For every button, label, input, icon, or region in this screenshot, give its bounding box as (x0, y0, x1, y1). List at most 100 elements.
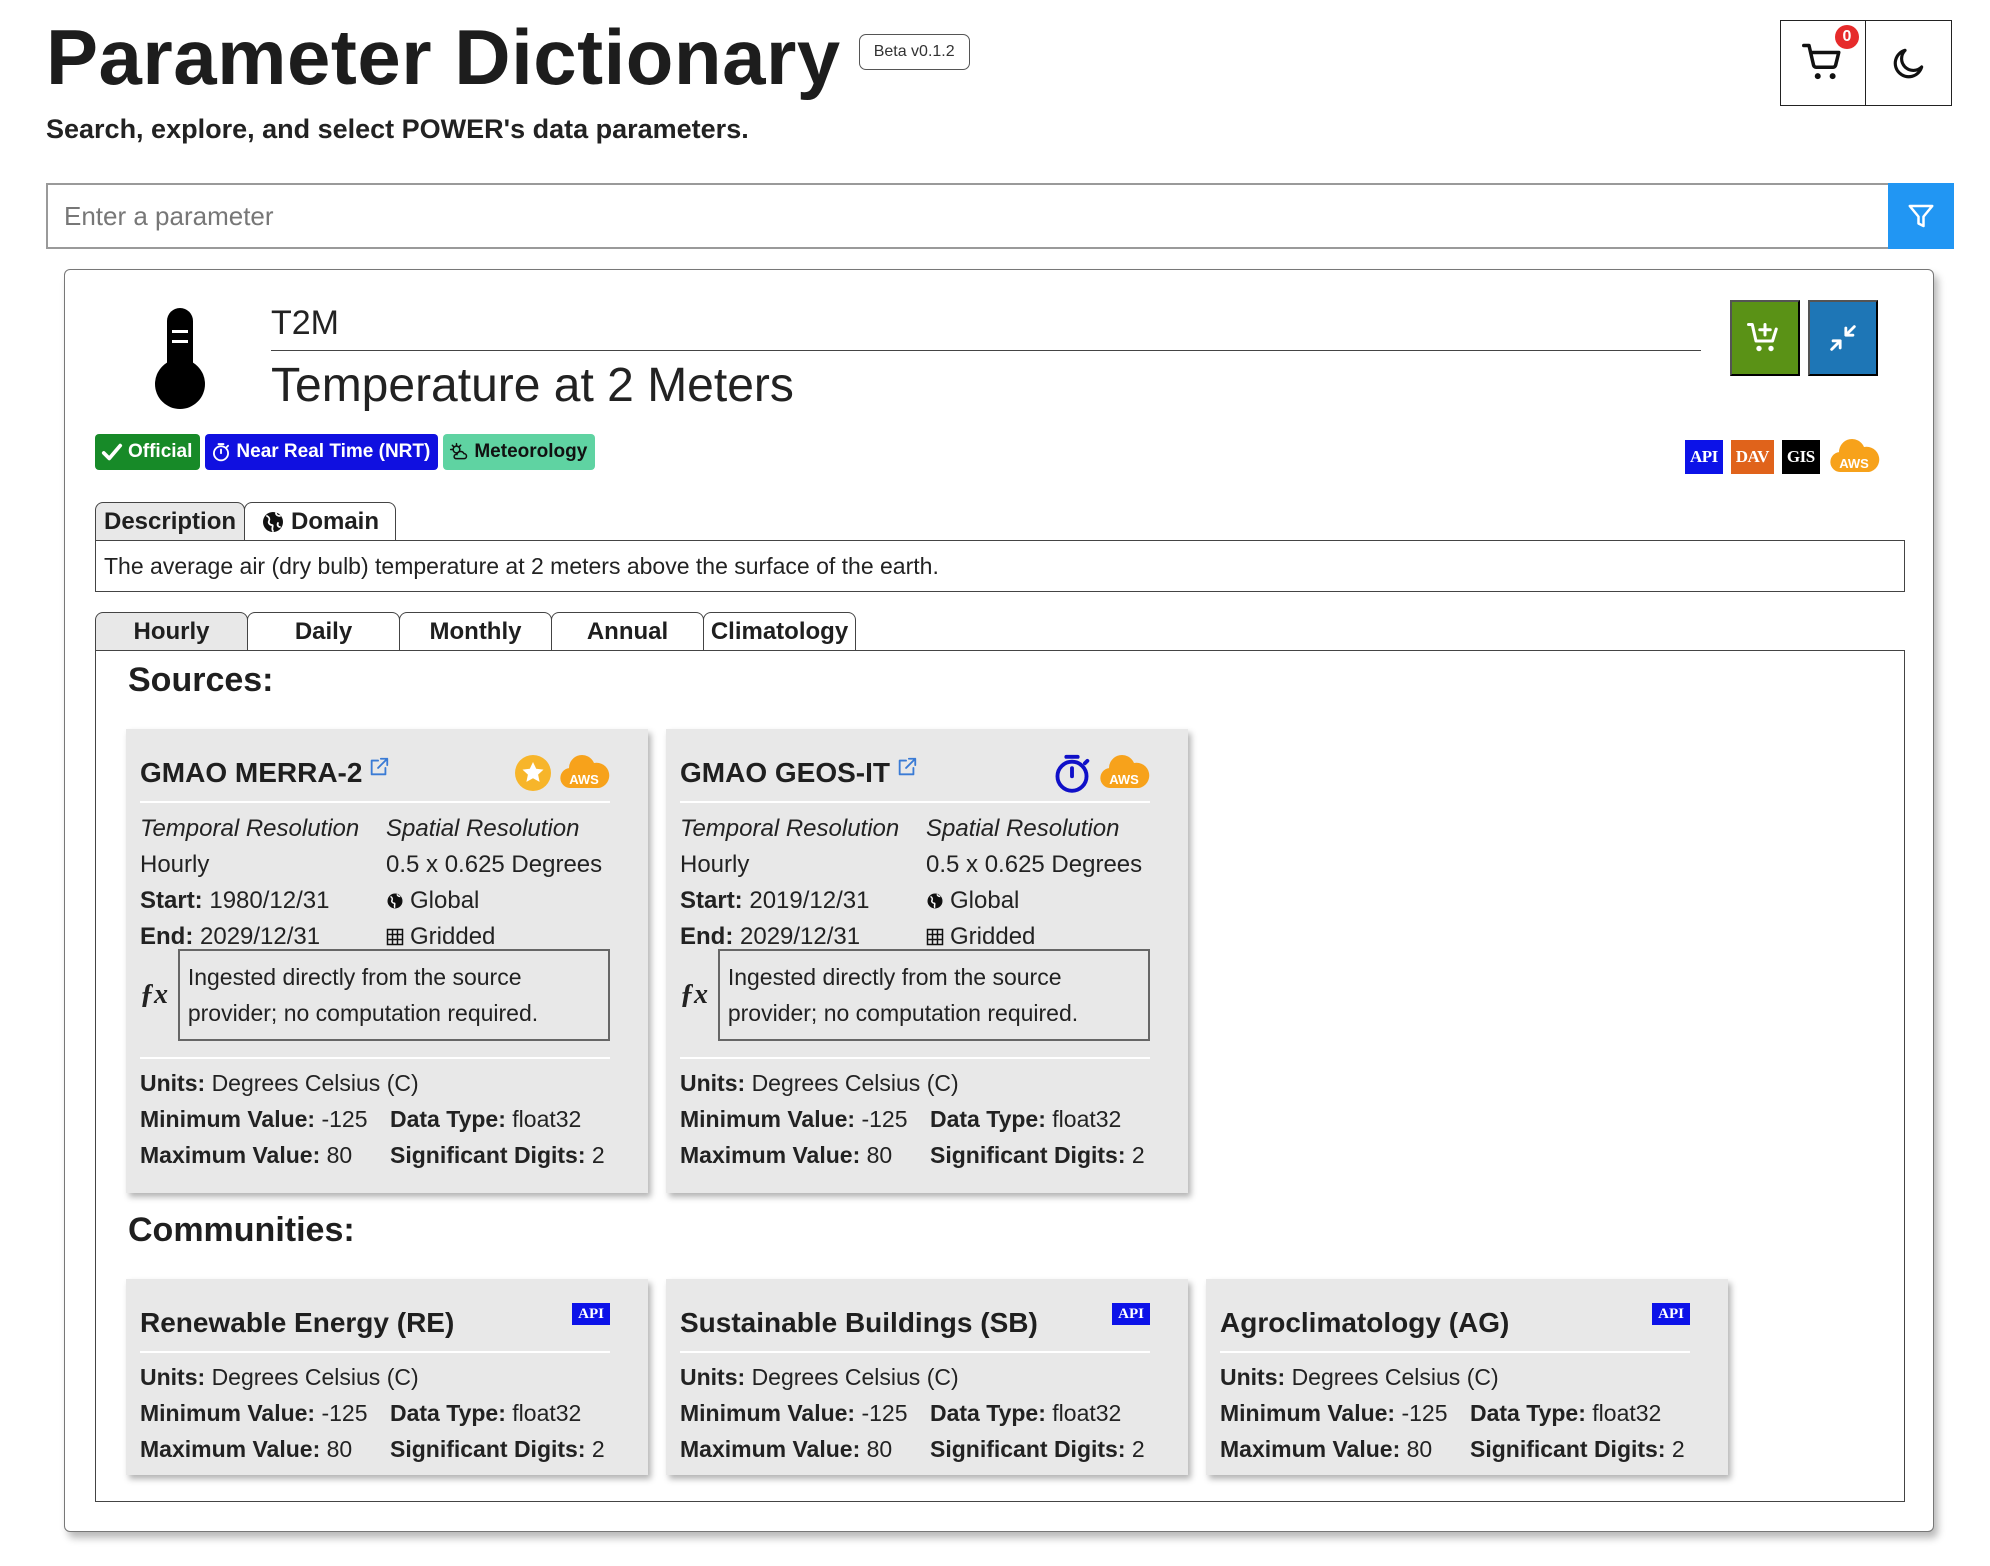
sources-heading: Sources: (128, 661, 274, 699)
tab-climatology[interactable]: Climatology (703, 612, 856, 650)
external-link-icon[interactable] (896, 756, 918, 778)
min-value: -125 (321, 1105, 368, 1132)
resolution-value-row: Hourly 0.5 x 0.625 Degrees (680, 847, 1160, 883)
tag-label: Meteorology (474, 441, 588, 462)
min-label: Minimum Value: (680, 1399, 856, 1426)
resolution-header-row: Temporal Resolution Spatial Resolution (140, 811, 620, 847)
search-input[interactable] (46, 183, 1888, 249)
source-divider (140, 1057, 610, 1059)
frequency-tabs: Hourly Daily Monthly Annual Climatology (95, 612, 856, 650)
max-label: Maximum Value: (680, 1141, 861, 1168)
sig-label: Significant Digits: (930, 1435, 1126, 1462)
max-value: 80 (866, 1141, 893, 1168)
parameter-name: Temperature at 2 Meters (271, 359, 794, 412)
aws-cloud-icon[interactable]: AWS (1098, 754, 1150, 792)
community-meta: Units: Degrees Celsius (C) Minimum Value… (140, 1359, 640, 1467)
units-value: Degrees Celsius (C) (211, 1363, 419, 1390)
sig-label: Significant Digits: (390, 1435, 586, 1462)
thermometer-icon (155, 308, 205, 409)
spatial-resolution-label: Spatial Resolution (926, 815, 1120, 842)
access-dav-badge[interactable]: DAV (1730, 440, 1774, 474)
add-to-cart-button[interactable] (1730, 300, 1800, 376)
dtype-label: Data Type: (1470, 1399, 1586, 1426)
end-label: End: (680, 923, 734, 950)
units-value: Degrees Celsius (C) (211, 1069, 419, 1096)
sig-value: 2 (591, 1141, 605, 1168)
start-date: 2019/12/31 (749, 887, 870, 914)
tag-official: Official (95, 434, 201, 470)
cart-count-badge: 0 (1835, 25, 1859, 49)
coverage-value: Global (950, 887, 1020, 914)
sig-label: Significant Digits: (1470, 1435, 1666, 1462)
tab-hourly[interactable]: Hourly (95, 612, 248, 650)
end-label: End: (140, 923, 194, 950)
access-methods: API DAV GIS AWS (1685, 438, 1880, 476)
cart-button[interactable]: 0 (1780, 20, 1866, 106)
filter-button[interactable] (1888, 183, 1954, 249)
tab-annual[interactable]: Annual (551, 612, 704, 650)
temporal-resolution-value: Hourly (140, 851, 210, 878)
sig-value: 2 (1671, 1435, 1685, 1462)
aws-label: AWS (569, 772, 599, 787)
source-meta: Units: Degrees Celsius (C) Minimum Value… (680, 1065, 1180, 1173)
filter-icon (1908, 204, 1934, 228)
source-name: GMAO GEOS-IT (680, 757, 890, 788)
units-label: Units: (1220, 1363, 1286, 1390)
spatial-resolution-value: 0.5 x 0.625 Degrees (386, 851, 603, 878)
dtype-value: float32 (1592, 1399, 1662, 1426)
tab-monthly[interactable]: Monthly (399, 612, 552, 650)
community-name: Renewable Energy (RE) (140, 1307, 455, 1338)
search-bar (46, 183, 1954, 249)
community-name: Agroclimatology (AG) (1220, 1307, 1510, 1338)
start-label: Start: (140, 887, 203, 914)
collapse-button[interactable] (1808, 300, 1878, 376)
community-card-sb: Sustainable Buildings (SB) API Units: De… (666, 1279, 1188, 1475)
cart-plus-icon (1747, 323, 1778, 352)
computation-text: Ingested directly from the source provid… (177, 949, 610, 1041)
tab-daily[interactable]: Daily (247, 612, 400, 650)
aws-cloud-icon[interactable]: AWS (1828, 438, 1880, 476)
dtype-value: float32 (512, 1399, 582, 1426)
aws-cloud-icon[interactable]: AWS (558, 754, 610, 792)
theme-toggle-button[interactable] (1866, 20, 1952, 106)
temporal-resolution-label: Temporal Resolution (680, 815, 900, 842)
min-value: -125 (1401, 1399, 1448, 1426)
max-value: 80 (866, 1435, 893, 1462)
tab-label: Domain (290, 507, 379, 535)
resolution-header-row: Temporal Resolution Spatial Resolution (680, 811, 1160, 847)
access-gis-badge[interactable]: GIS (1781, 440, 1820, 474)
community-api-badge[interactable]: API (1652, 1303, 1690, 1325)
frequency-panel: Sources: GMAO MERRA-2 AWS Temporal Resol… (95, 650, 1905, 1502)
description-text: The average air (dry bulb) temperature a… (95, 540, 1905, 592)
temporal-resolution-label: Temporal Resolution (140, 815, 360, 842)
sig-value: 2 (591, 1435, 605, 1462)
community-api-badge[interactable]: API (1112, 1303, 1150, 1325)
start-date: 1980/12/31 (209, 887, 330, 914)
start-row: Start: 1980/12/31 Global (140, 883, 620, 919)
app-subtitle: Search, explore, and select POWER's data… (46, 114, 749, 144)
source-card-geosit: GMAO GEOS-IT AWS Temporal Resolution Spa… (666, 729, 1188, 1193)
tab-description[interactable]: Description (95, 502, 245, 540)
community-card-ag: Agroclimatology (AG) API Units: Degrees … (1206, 1279, 1728, 1475)
source-details: Temporal Resolution Spatial Resolution H… (140, 811, 620, 955)
tab-domain[interactable]: Domain (244, 502, 396, 540)
collapse-arrows-icon (1830, 325, 1856, 351)
max-value: 80 (326, 1141, 353, 1168)
app-title: Parameter Dictionary (46, 13, 841, 101)
page: Parameter Dictionary Beta v0.1.2 Search,… (0, 0, 1990, 1566)
start-label: Start: (680, 887, 743, 914)
min-label: Minimum Value: (680, 1105, 856, 1132)
sig-label: Significant Digits: (390, 1141, 586, 1168)
source-icons: AWS (514, 754, 610, 792)
beta-badge: Beta v0.1.2 (858, 34, 970, 70)
dtype-label: Data Type: (930, 1105, 1046, 1132)
source-icons: AWS (1052, 752, 1150, 794)
tag-label: Near Real Time (NRT) (236, 441, 431, 462)
globe-icon (387, 893, 403, 909)
access-api-badge[interactable]: API (1685, 440, 1723, 474)
community-api-badge[interactable]: API (572, 1303, 610, 1325)
external-link-icon[interactable] (368, 756, 390, 778)
coverage-value: Global (410, 887, 480, 914)
globe-icon (262, 511, 283, 532)
parameter-code: T2M (271, 304, 339, 342)
